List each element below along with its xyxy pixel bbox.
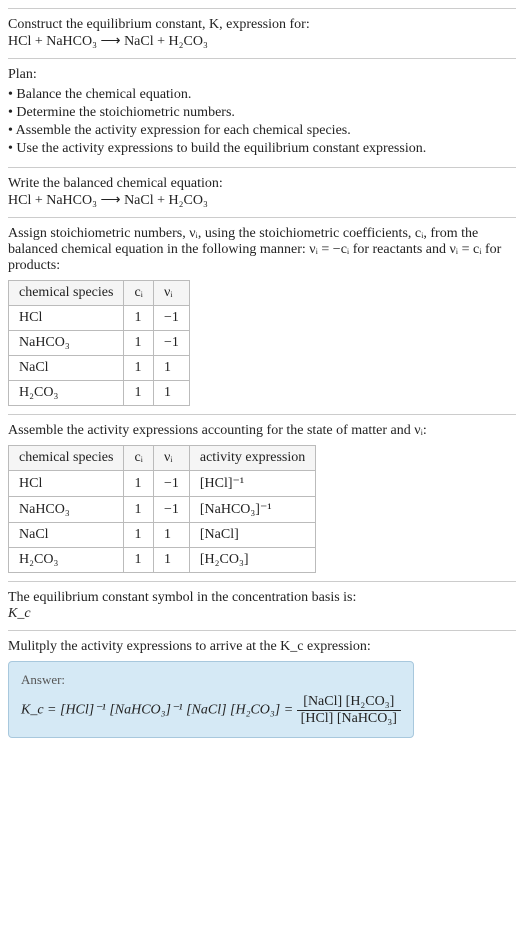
cell-species: NaCl — [9, 523, 124, 548]
table-row: HCl 1 −1 [HCl]⁻¹ — [9, 471, 316, 497]
cell-species: NaCl — [9, 356, 124, 381]
balanced-title: Write the balanced chemical equation: — [8, 176, 516, 192]
col-ci: cᵢ — [124, 446, 154, 471]
plan-section: Plan: • Balance the chemical equation. •… — [8, 58, 516, 167]
plan-item: • Use the activity expressions to build … — [8, 141, 516, 157]
answer-box: Answer: K_c = [HCl]⁻¹ [NaHCO₃]⁻¹ [NaCl] … — [8, 661, 414, 738]
fraction-numerator: [NaCl] [H₂CO₃] — [297, 694, 401, 711]
activity-intro: Assemble the activity expressions accoun… — [8, 423, 516, 439]
cell-ci: 1 — [124, 306, 154, 331]
cell-species: HCl — [9, 471, 124, 497]
cell-nui: 1 — [153, 523, 189, 548]
answer-label: Answer: — [21, 672, 401, 688]
cell-ci: 1 — [124, 331, 154, 356]
stoich-table: chemical species cᵢ νᵢ HCl 1 −1 NaHCO₃ 1… — [8, 280, 190, 406]
cell-nui: 1 — [153, 356, 189, 381]
cell-species: H₂CO₃ — [9, 548, 124, 573]
balanced-section: Write the balanced chemical equation: HC… — [8, 167, 516, 217]
cell-ci: 1 — [124, 471, 154, 497]
cell-activity: [H₂CO₃] — [189, 548, 315, 573]
cell-ci: 1 — [124, 497, 154, 523]
multiply-title: Mulitply the activity expressions to arr… — [8, 639, 516, 655]
cell-species: NaHCO₃ — [9, 497, 124, 523]
col-species: chemical species — [9, 281, 124, 306]
plan-item: • Balance the chemical equation. — [8, 87, 516, 103]
symbol-kc: K_c — [8, 606, 516, 622]
cell-nui: −1 — [153, 497, 189, 523]
activity-table: chemical species cᵢ νᵢ activity expressi… — [8, 445, 316, 573]
table-row: NaHCO₃ 1 −1 — [9, 331, 190, 356]
table-header-row: chemical species cᵢ νᵢ activity expressi… — [9, 446, 316, 471]
cell-nui: −1 — [153, 306, 189, 331]
header-equation: HCl + NaHCO₃ ⟶ NaCl + H₂CO₃ — [8, 33, 516, 50]
plan-title: Plan: — [8, 67, 516, 83]
cell-activity: [NaHCO₃]⁻¹ — [189, 497, 315, 523]
cell-nui: 1 — [153, 548, 189, 573]
cell-nui: −1 — [153, 471, 189, 497]
answer-lhs: K_c = [HCl]⁻¹ [NaHCO₃]⁻¹ [NaCl] [H₂CO₃] … — [21, 703, 293, 718]
cell-activity: [NaCl] — [189, 523, 315, 548]
header-section: Construct the equilibrium constant, K, e… — [8, 8, 516, 58]
table-row: HCl 1 −1 — [9, 306, 190, 331]
col-species: chemical species — [9, 446, 124, 471]
cell-nui: −1 — [153, 331, 189, 356]
answer-fraction: [NaCl] [H₂CO₃] [HCl] [NaHCO₃] — [297, 694, 401, 727]
header-prompt: Construct the equilibrium constant, K, e… — [8, 17, 516, 33]
col-activity: activity expression — [189, 446, 315, 471]
table-row: H₂CO₃ 1 1 — [9, 381, 190, 406]
cell-activity: [HCl]⁻¹ — [189, 471, 315, 497]
answer-expression: K_c = [HCl]⁻¹ [NaHCO₃]⁻¹ [NaCl] [H₂CO₃] … — [21, 694, 401, 727]
table-row: NaHCO₃ 1 −1 [NaHCO₃]⁻¹ — [9, 497, 316, 523]
symbol-intro: The equilibrium constant symbol in the c… — [8, 590, 516, 606]
table-row: NaCl 1 1 [NaCl] — [9, 523, 316, 548]
col-nui: νᵢ — [153, 281, 189, 306]
stoich-section: Assign stoichiometric numbers, νᵢ, using… — [8, 217, 516, 414]
cell-species: HCl — [9, 306, 124, 331]
table-header-row: chemical species cᵢ νᵢ — [9, 281, 190, 306]
cell-species: NaHCO₃ — [9, 331, 124, 356]
cell-ci: 1 — [124, 548, 154, 573]
plan-item: • Determine the stoichiometric numbers. — [8, 105, 516, 121]
cell-ci: 1 — [124, 356, 154, 381]
table-row: H₂CO₃ 1 1 [H₂CO₃] — [9, 548, 316, 573]
plan-item: • Assemble the activity expression for e… — [8, 123, 516, 139]
fraction-denominator: [HCl] [NaHCO₃] — [297, 711, 401, 727]
multiply-section: Mulitply the activity expressions to arr… — [8, 630, 516, 746]
cell-species: H₂CO₃ — [9, 381, 124, 406]
col-nui: νᵢ — [153, 446, 189, 471]
cell-ci: 1 — [124, 523, 154, 548]
stoich-intro: Assign stoichiometric numbers, νᵢ, using… — [8, 226, 516, 274]
table-row: NaCl 1 1 — [9, 356, 190, 381]
balanced-equation: HCl + NaHCO₃ ⟶ NaCl + H₂CO₃ — [8, 192, 516, 209]
cell-ci: 1 — [124, 381, 154, 406]
col-ci: cᵢ — [124, 281, 154, 306]
symbol-section: The equilibrium constant symbol in the c… — [8, 581, 516, 630]
activity-section: Assemble the activity expressions accoun… — [8, 414, 516, 581]
plan-list: • Balance the chemical equation. • Deter… — [8, 87, 516, 157]
cell-nui: 1 — [153, 381, 189, 406]
